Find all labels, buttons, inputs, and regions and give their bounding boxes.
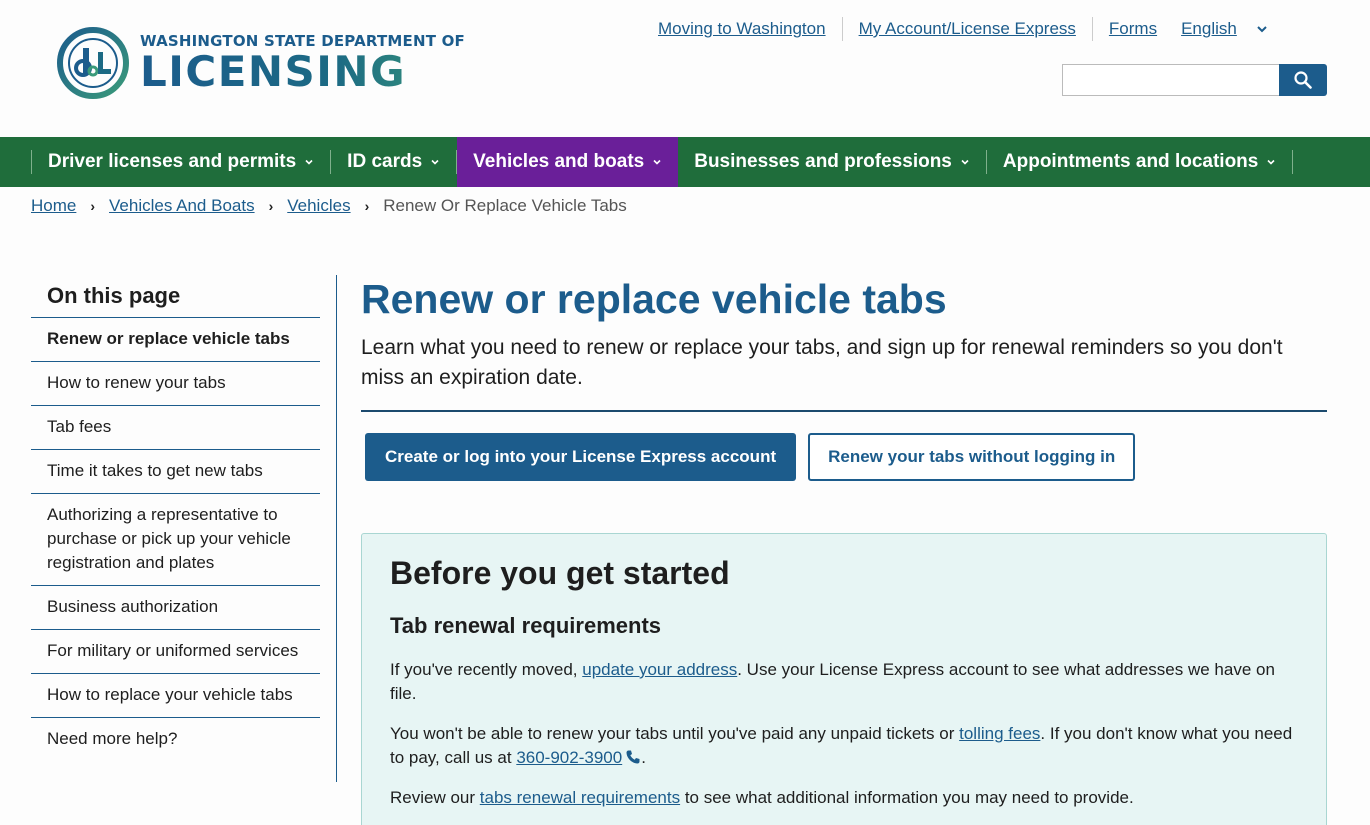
sidebar-title: On this page bbox=[31, 275, 320, 318]
nav-item-label: Vehicles and boats bbox=[473, 151, 645, 172]
nav-item-label: Appointments and locations bbox=[1002, 151, 1259, 172]
site-search bbox=[1062, 64, 1327, 96]
utility-divider bbox=[1091, 17, 1093, 41]
page-lead: Learn what you need to renew or replace … bbox=[361, 333, 1327, 412]
toc-item-renew-or-replace[interactable]: Renew or replace vehicle tabs bbox=[31, 318, 320, 362]
license-express-login-button[interactable]: Create or log into your License Express … bbox=[365, 433, 797, 481]
panel-paragraph-address: If you've recently moved, update your ad… bbox=[390, 658, 1298, 706]
nav-divider bbox=[1292, 150, 1294, 174]
site-logo[interactable]: WASHINGTON STATE DEPARTMENT OF LICENSING bbox=[56, 26, 465, 100]
breadcrumb-vehicles[interactable]: Vehicles bbox=[287, 196, 350, 216]
cta-row: Create or log into your License Express … bbox=[365, 433, 1327, 481]
paragraph-text: If you've recently moved, bbox=[390, 660, 583, 679]
chevron-right-icon: › bbox=[90, 198, 96, 214]
nav-item-label: ID cards bbox=[347, 151, 423, 172]
logo-licensing-word: LICENSING bbox=[140, 50, 465, 94]
phone-icon bbox=[626, 750, 640, 764]
paragraph-text: . bbox=[641, 748, 646, 767]
toc-item-time-to-get-tabs[interactable]: Time it takes to get new tabs bbox=[31, 450, 320, 494]
toc-item-military[interactable]: For military or uniformed services bbox=[31, 630, 320, 674]
nav-item-appointments[interactable]: Appointments and locations bbox=[987, 137, 1292, 187]
breadcrumb-home[interactable]: Home bbox=[31, 196, 76, 216]
utility-link-my-account[interactable]: My Account/License Express bbox=[859, 19, 1076, 39]
paragraph-text: You won't be able to renew your tabs unt… bbox=[390, 724, 960, 743]
breadcrumb-current: Renew Or Replace Vehicle Tabs bbox=[383, 196, 627, 215]
search-icon bbox=[1294, 71, 1312, 89]
chevron-down-icon bbox=[305, 159, 313, 165]
phone-number-link[interactable]: 360-902-3900 bbox=[516, 748, 622, 767]
chevron-down-icon bbox=[961, 159, 969, 165]
nav-item-label: Driver licenses and permits bbox=[48, 151, 297, 172]
toc-item-authorizing-representative[interactable]: Authorizing a representative to purchase… bbox=[31, 494, 320, 586]
nav-item-vehicles-and-boats[interactable]: Vehicles and boats bbox=[457, 137, 679, 187]
nav-item-businesses[interactable]: Businesses and professions bbox=[678, 137, 986, 187]
toc-item-business-authorization[interactable]: Business authorization bbox=[31, 586, 320, 630]
chevron-down-icon bbox=[653, 159, 661, 165]
chevron-right-icon: › bbox=[364, 198, 370, 214]
before-you-start-panel: Before you get started Tab renewal requi… bbox=[361, 533, 1327, 825]
chevron-down-icon bbox=[1267, 159, 1275, 165]
chevron-right-icon: › bbox=[268, 198, 274, 214]
main-nav: Driver licenses and permits ID cards Veh… bbox=[0, 137, 1370, 187]
panel-paragraph-requirements: Review our tabs renewal requirements to … bbox=[390, 786, 1298, 810]
search-input[interactable] bbox=[1062, 64, 1279, 96]
tabs-renewal-requirements-link[interactable]: tabs renewal requirements bbox=[480, 788, 680, 807]
on-this-page-sidebar: On this page Renew or replace vehicle ta… bbox=[31, 275, 337, 782]
breadcrumb-vehicles-and-boats[interactable]: Vehicles And Boats bbox=[109, 196, 255, 216]
toc-list: Renew or replace vehicle tabs How to ren… bbox=[31, 318, 320, 761]
toc-item-need-help[interactable]: Need more help? bbox=[31, 718, 320, 761]
paragraph-text: Review our bbox=[390, 788, 480, 807]
panel-heading: Before you get started bbox=[390, 555, 730, 591]
utility-divider bbox=[841, 17, 843, 41]
chevron-down-icon[interactable] bbox=[1255, 22, 1269, 36]
nav-item-id-cards[interactable]: ID cards bbox=[331, 137, 456, 187]
utility-link-forms[interactable]: Forms bbox=[1109, 19, 1157, 39]
toc-item-how-to-renew[interactable]: How to renew your tabs bbox=[31, 362, 320, 406]
panel-paragraph-tickets: You won't be able to renew your tabs unt… bbox=[390, 722, 1298, 770]
paragraph-text: to see what additional information you m… bbox=[680, 788, 1134, 807]
search-button[interactable] bbox=[1279, 64, 1327, 96]
breadcrumb: Home › Vehicles And Boats › Vehicles › R… bbox=[31, 196, 627, 216]
language-selector[interactable]: English bbox=[1181, 19, 1237, 39]
tolling-fees-link[interactable]: tolling fees bbox=[959, 724, 1040, 743]
toc-item-tab-fees[interactable]: Tab fees bbox=[31, 406, 320, 450]
site-header: WASHINGTON STATE DEPARTMENT OF LICENSING… bbox=[0, 0, 1370, 137]
nav-item-driver-licenses[interactable]: Driver licenses and permits bbox=[32, 137, 330, 187]
toc-item-how-to-replace[interactable]: How to replace your vehicle tabs bbox=[31, 674, 320, 718]
nav-item-label: Businesses and professions bbox=[694, 151, 952, 172]
update-address-link[interactable]: update your address bbox=[582, 660, 737, 679]
renew-without-login-button[interactable]: Renew your tabs without logging in bbox=[808, 433, 1136, 481]
chevron-down-icon bbox=[431, 159, 439, 165]
dol-logo-icon bbox=[57, 27, 129, 99]
main-content: Renew or replace vehicle tabs Learn what… bbox=[361, 275, 1327, 825]
utility-link-moving[interactable]: Moving to Washington bbox=[658, 19, 826, 39]
page-title: Renew or replace vehicle tabs bbox=[361, 276, 947, 322]
utility-nav: Moving to Washington My Account/License … bbox=[658, 17, 1269, 41]
panel-subheading: Tab renewal requirements bbox=[390, 613, 662, 638]
